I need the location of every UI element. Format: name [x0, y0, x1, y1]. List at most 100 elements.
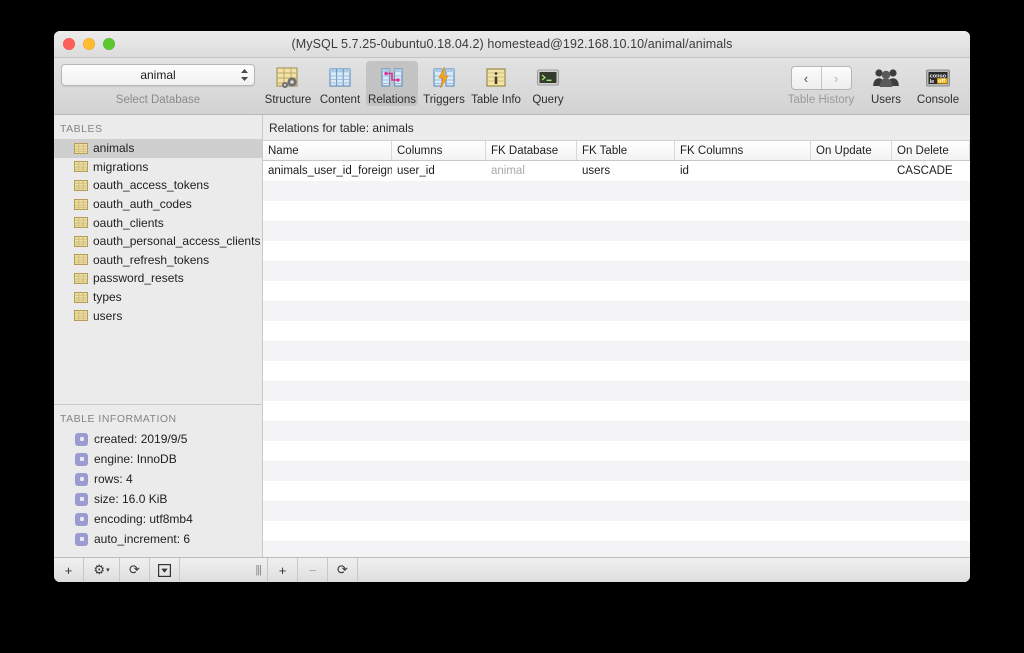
relations-table-cell[interactable] [486, 241, 577, 261]
relations-table-row[interactable] [263, 381, 970, 401]
grid-column-header[interactable]: FK Table [577, 141, 675, 160]
refresh-tables-button[interactable]: ⟳ [120, 558, 150, 582]
relations-table-cell[interactable] [577, 341, 675, 361]
relations-table-cell[interactable] [263, 241, 392, 261]
relations-table-cell[interactable] [263, 501, 392, 521]
relations-table-cell[interactable] [892, 301, 970, 321]
relations-table-cell[interactable] [486, 521, 577, 541]
relations-table-cell[interactable] [392, 221, 486, 241]
sidebar-table-password_resets[interactable]: password_resets [54, 269, 262, 288]
relations-table-cell[interactable] [892, 261, 970, 281]
relations-table-cell[interactable] [263, 481, 392, 501]
relations-table-cell[interactable] [486, 401, 577, 421]
relations-table-cell[interactable] [577, 441, 675, 461]
toolbar-tab-relations[interactable]: Relations [366, 61, 418, 106]
relations-table-cell[interactable] [811, 201, 892, 221]
relations-table-cell[interactable] [392, 201, 486, 221]
relations-table-cell[interactable] [392, 481, 486, 501]
relations-table-cell[interactable] [486, 181, 577, 201]
grid-column-header[interactable]: Columns [392, 141, 486, 160]
relations-table-cell[interactable] [675, 441, 811, 461]
relations-table-cell[interactable] [263, 201, 392, 221]
relations-table-cell[interactable] [486, 481, 577, 501]
relations-table-cell[interactable] [486, 261, 577, 281]
relations-table-cell[interactable] [263, 521, 392, 541]
relations-table-cell[interactable] [392, 541, 486, 557]
relations-table-row[interactable] [263, 341, 970, 361]
relations-table-cell[interactable] [263, 441, 392, 461]
relations-table-cell[interactable]: animals_user_id_foreign [263, 161, 392, 181]
close-window-button[interactable] [63, 38, 75, 50]
relations-table-cell[interactable] [486, 281, 577, 301]
relations-table-cell[interactable] [392, 421, 486, 441]
relations-table-cell[interactable] [675, 321, 811, 341]
relations-table-cell[interactable] [392, 301, 486, 321]
relations-table-cell[interactable] [486, 361, 577, 381]
relations-table-row[interactable] [263, 321, 970, 341]
relations-table-row[interactable] [263, 461, 970, 481]
relations-table-cell[interactable] [263, 421, 392, 441]
sidebar-resize-grip[interactable]: ||| [180, 558, 268, 582]
relations-table-cell[interactable] [811, 461, 892, 481]
relations-table-cell[interactable] [675, 421, 811, 441]
relations-table-cell[interactable] [811, 401, 892, 421]
relations-table-cell[interactable] [811, 261, 892, 281]
relations-table-cell[interactable] [486, 341, 577, 361]
relations-table-cell[interactable] [392, 401, 486, 421]
relations-table-cell[interactable] [892, 361, 970, 381]
toolbar-tab-query[interactable]: Query [522, 61, 574, 106]
relations-table-cell[interactable] [577, 261, 675, 281]
relations-table-cell[interactable] [892, 501, 970, 521]
relations-table-cell[interactable] [486, 501, 577, 521]
relations-table-cell[interactable] [811, 281, 892, 301]
relations-table-cell[interactable] [892, 421, 970, 441]
sidebar-table-animals[interactable]: animals [54, 139, 262, 158]
grid-column-header[interactable]: Name [263, 141, 392, 160]
relations-table-cell[interactable] [675, 181, 811, 201]
relations-table-row[interactable] [263, 281, 970, 301]
relations-table-cell[interactable] [811, 421, 892, 441]
relations-table-cell[interactable] [577, 181, 675, 201]
relations-table-row[interactable] [263, 361, 970, 381]
relations-table-cell[interactable] [263, 281, 392, 301]
relations-table-row[interactable] [263, 261, 970, 281]
relations-table-row[interactable] [263, 541, 970, 557]
relations-table-cell[interactable] [892, 321, 970, 341]
relations-table-cell[interactable] [392, 521, 486, 541]
relations-table-cell[interactable] [577, 381, 675, 401]
relations-table-cell[interactable] [675, 521, 811, 541]
relations-table-cell[interactable] [486, 221, 577, 241]
relations-table-cell[interactable] [675, 501, 811, 521]
relations-table-cell[interactable] [392, 361, 486, 381]
relations-table-cell[interactable] [892, 401, 970, 421]
relations-table-cell[interactable] [577, 241, 675, 261]
grid-column-header[interactable]: On Delete [892, 141, 970, 160]
relations-table-cell[interactable] [892, 201, 970, 221]
relations-table-cell[interactable] [577, 541, 675, 557]
relations-table-cell[interactable] [263, 321, 392, 341]
relations-table-cell[interactable] [392, 241, 486, 261]
sidebar-table-oauth_refresh_tokens[interactable]: oauth_refresh_tokens [54, 251, 262, 270]
tables-list[interactable]: animals migrations oauth_access_tokens o… [54, 139, 262, 404]
relations-table-cell[interactable] [263, 301, 392, 321]
relations-table-cell[interactable] [892, 221, 970, 241]
database-select[interactable]: animal [61, 64, 255, 86]
relations-table-cell[interactable] [486, 201, 577, 221]
relations-table-cell[interactable] [811, 341, 892, 361]
relations-table-cell[interactable] [675, 401, 811, 421]
relations-table-cell[interactable] [263, 541, 392, 557]
relations-table-cell[interactable] [486, 541, 577, 557]
relations-table-cell[interactable] [577, 501, 675, 521]
grid-column-header[interactable]: On Update [811, 141, 892, 160]
relations-table-cell[interactable]: id [675, 161, 811, 181]
relations-table-cell[interactable] [811, 361, 892, 381]
relations-table-cell[interactable] [263, 401, 392, 421]
relations-table-cell[interactable] [392, 181, 486, 201]
relations-table-cell[interactable] [392, 261, 486, 281]
relations-table-cell[interactable] [892, 461, 970, 481]
relations-table-cell[interactable] [486, 461, 577, 481]
relations-table-cell[interactable] [263, 221, 392, 241]
relations-grid-header[interactable]: Name Columns FK Database FK Table FK Columns… [263, 141, 970, 161]
relations-table-cell[interactable] [675, 201, 811, 221]
relations-table-cell[interactable] [577, 201, 675, 221]
